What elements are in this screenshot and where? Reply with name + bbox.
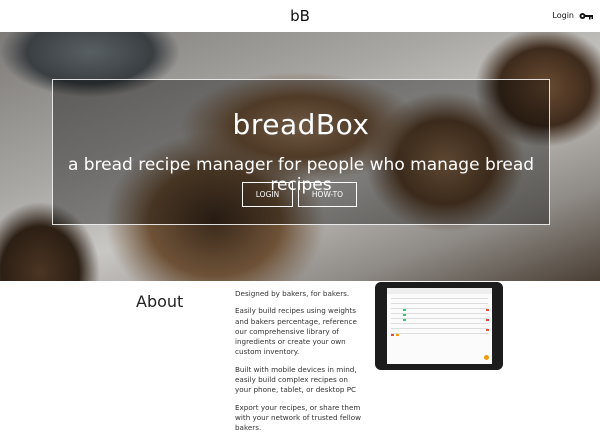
tablet-row xyxy=(391,303,488,304)
about-paragraph: Easily build recipes using weights and b… xyxy=(235,306,357,357)
howto-button[interactable]: HOW-TO xyxy=(298,182,357,207)
tablet-app-header xyxy=(387,288,492,294)
status-dot xyxy=(403,309,406,311)
tablet-row xyxy=(391,298,488,299)
tablet-row xyxy=(391,323,488,324)
about-heading: About xyxy=(136,292,184,311)
brand-logo[interactable]: bB xyxy=(0,7,600,25)
status-dot xyxy=(396,334,399,336)
hero-banner: breadBox a bread recipe manager for peop… xyxy=(0,32,600,281)
status-dot xyxy=(403,319,406,321)
hero-title: breadBox xyxy=(232,108,370,141)
about-text: Designed by bakers, for bakers. Easily b… xyxy=(235,289,365,441)
tablet-row xyxy=(391,328,488,329)
nav-login-link[interactable]: Login xyxy=(552,11,574,20)
top-nav: bB Login xyxy=(0,0,600,32)
about-paragraph: Export your recipes, or share them with … xyxy=(235,402,362,433)
add-fab-icon xyxy=(484,355,489,360)
about-paragraph: Designed by bakers, for bakers. xyxy=(235,289,350,298)
tablet-screenshot xyxy=(375,282,503,370)
status-dot xyxy=(391,334,394,336)
status-dot xyxy=(403,314,406,316)
status-dot xyxy=(486,319,489,321)
key-icon[interactable] xyxy=(579,12,593,20)
tablet-screen xyxy=(387,288,492,364)
about-paragraph: Built with mobile devices in mind, easil… xyxy=(235,364,357,395)
login-button[interactable]: LOGIN xyxy=(242,182,293,207)
status-dot xyxy=(486,309,489,311)
status-dot xyxy=(486,329,489,331)
hero-panel: breadBox a bread recipe manager for peop… xyxy=(52,79,550,225)
tablet-row xyxy=(391,333,488,334)
